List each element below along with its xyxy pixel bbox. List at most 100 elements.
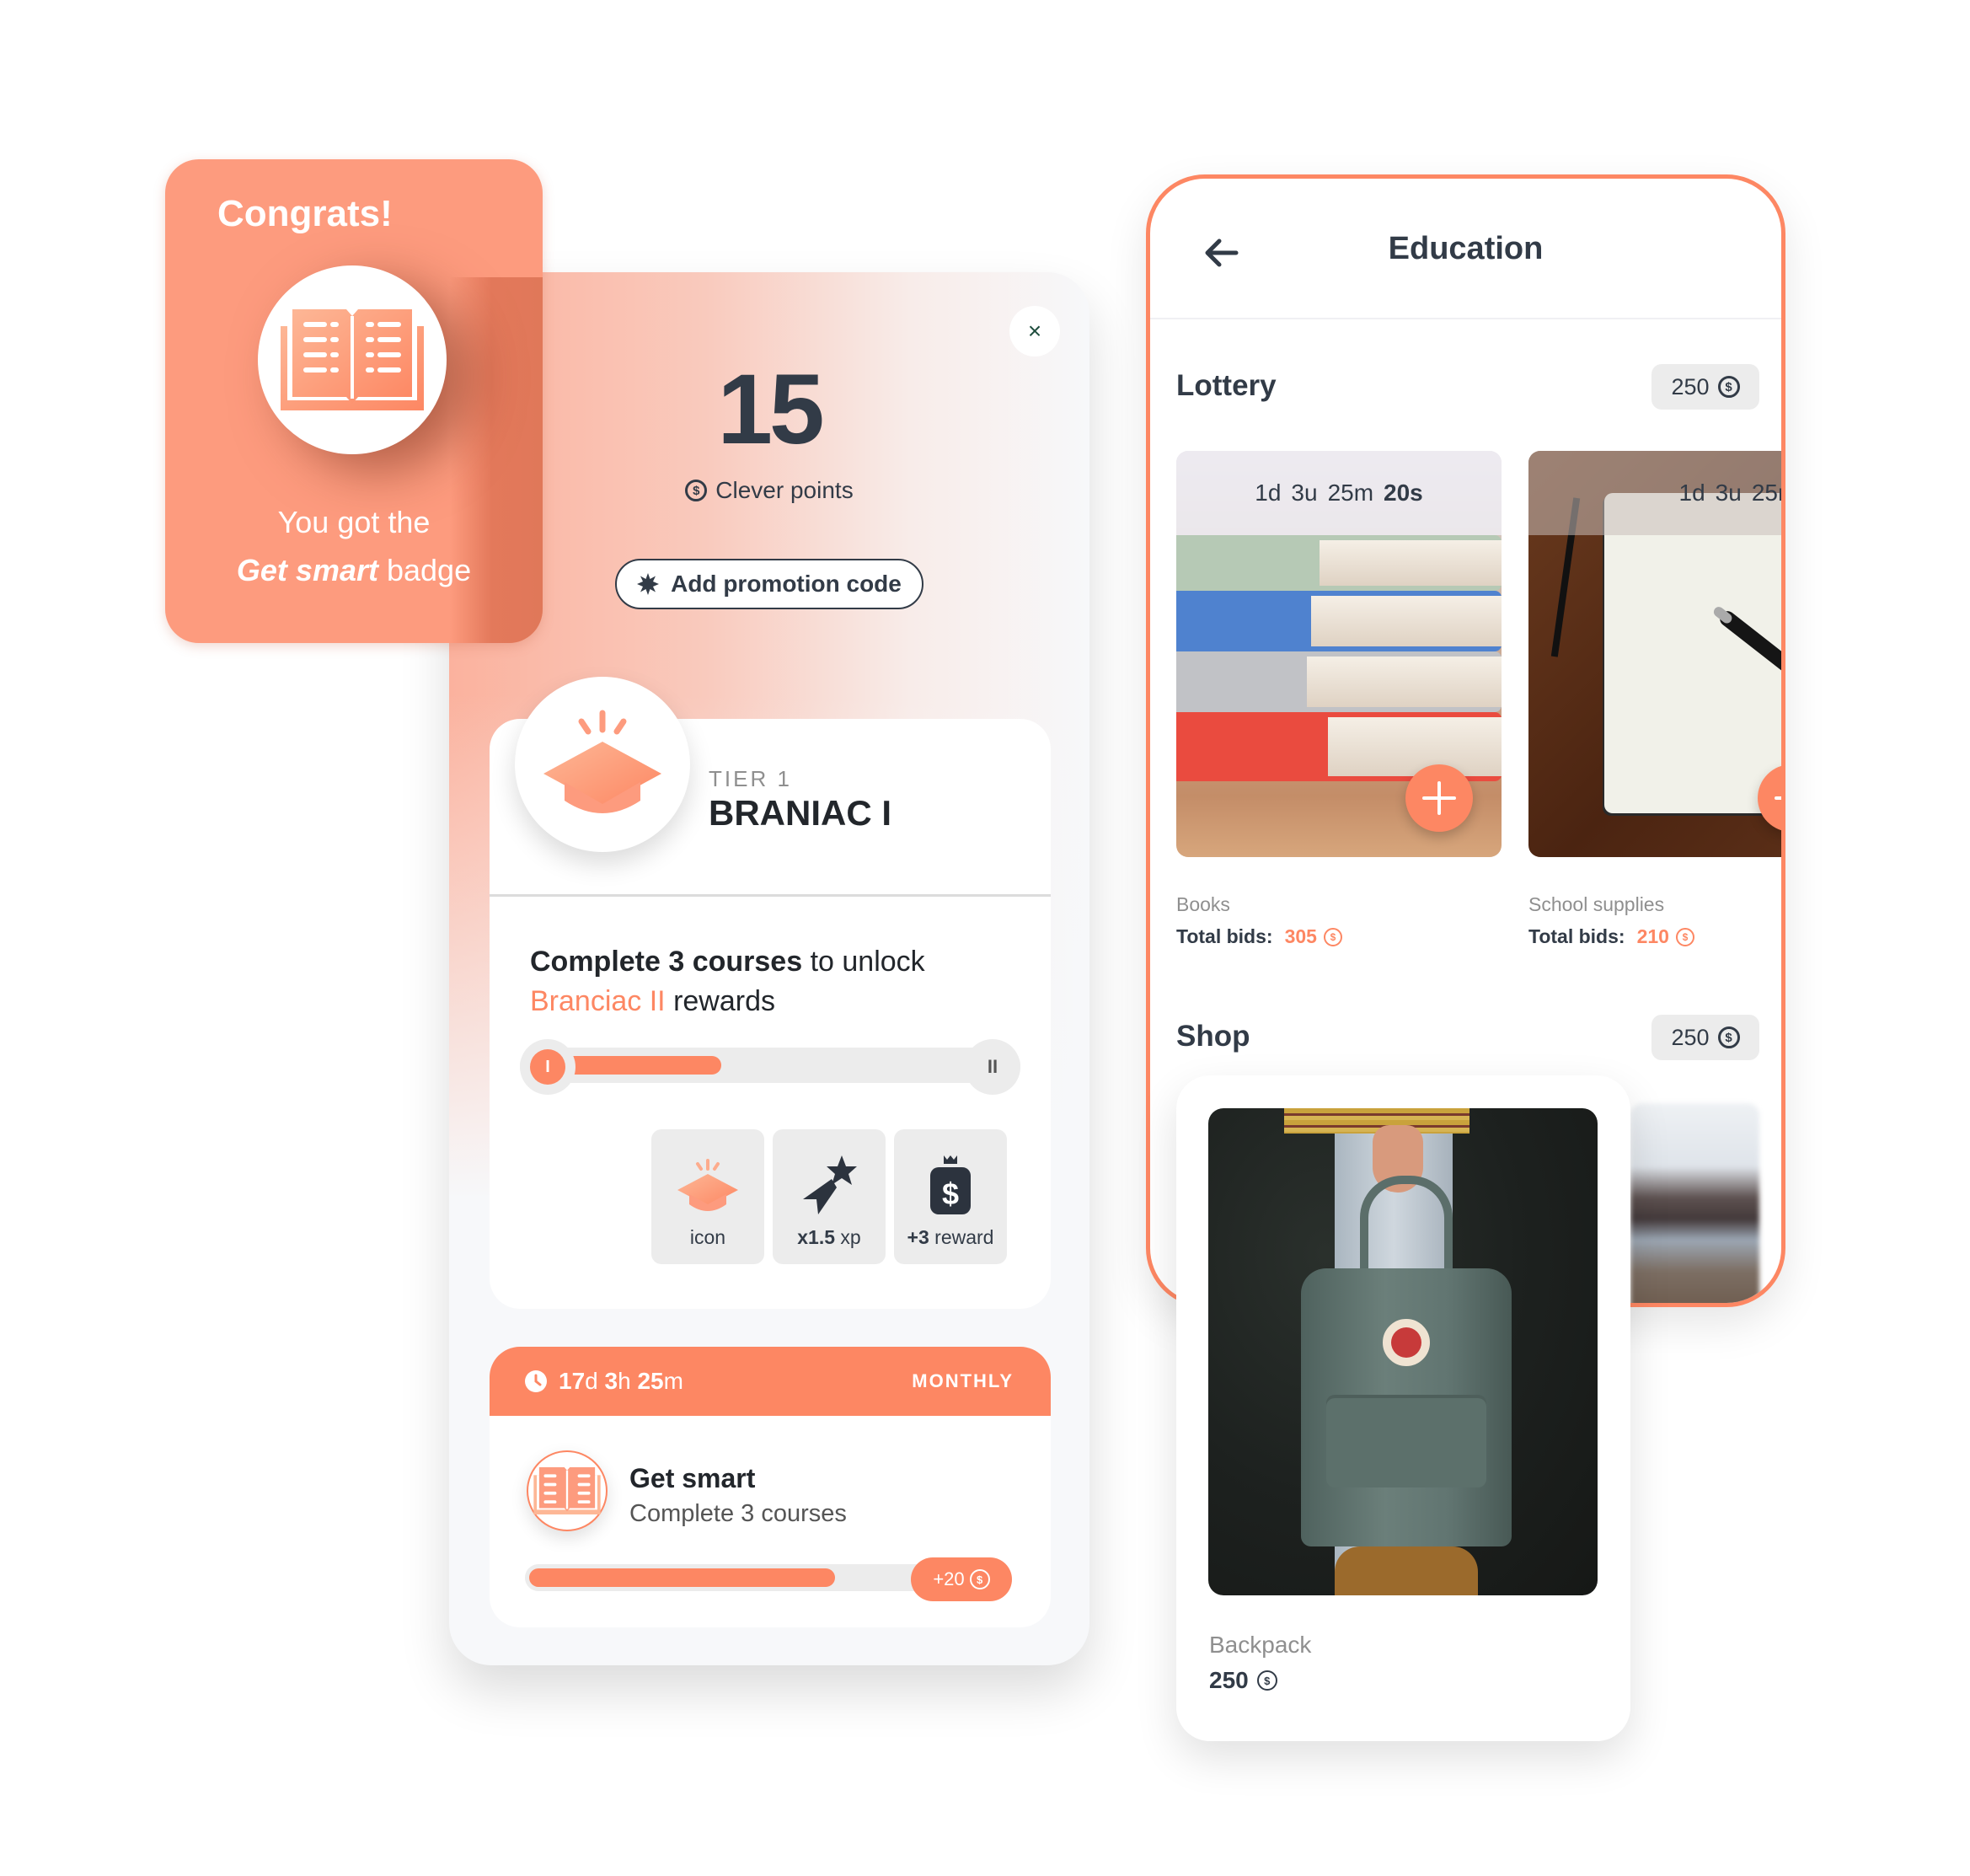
graduation-cap-icon bbox=[677, 1159, 738, 1211]
coin-icon: $ bbox=[1675, 927, 1694, 946]
coin-icon: $ bbox=[1717, 1026, 1740, 1048]
coin-icon: $ bbox=[685, 480, 708, 501]
lottery-item-school-supplies[interactable]: 1d 3u 25m 20s bbox=[1528, 451, 1781, 857]
timer-seconds: 20s bbox=[1384, 480, 1423, 506]
timer-minutes: 25m bbox=[1751, 480, 1781, 506]
timer-hours: 3u bbox=[1291, 480, 1318, 506]
photo-boot bbox=[1335, 1546, 1478, 1595]
book bbox=[1176, 535, 1502, 591]
reward-tile-icon: icon bbox=[651, 1129, 764, 1264]
countdown-text: 17d 3h 25m bbox=[559, 1368, 683, 1395]
product-price: 250 $ bbox=[1209, 1667, 1277, 1694]
lottery-item-books[interactable]: 1d 3u 25m 20s bbox=[1176, 451, 1502, 857]
congrats-line1: You got the bbox=[277, 505, 431, 539]
minutes-unit: m bbox=[663, 1368, 683, 1394]
next-tier-link: Branciac II bbox=[530, 985, 666, 1017]
open-book-icon bbox=[281, 309, 424, 410]
reward-tile-reward: $ +3 reward bbox=[894, 1129, 1007, 1264]
timer-hours: 3u bbox=[1715, 480, 1742, 506]
add-bid-button[interactable] bbox=[1405, 764, 1473, 832]
tier-node-current: I bbox=[520, 1039, 575, 1095]
shop-item-blurred[interactable] bbox=[1630, 1103, 1759, 1303]
bids-value: 210 bbox=[1636, 925, 1669, 947]
timer-days: 1d bbox=[1678, 480, 1705, 506]
tier-progress-track bbox=[520, 1048, 1020, 1083]
reward-label-text: reward bbox=[929, 1226, 994, 1248]
close-icon: × bbox=[1027, 318, 1042, 344]
book-pages bbox=[1311, 596, 1502, 646]
challenge-badge bbox=[527, 1450, 608, 1531]
graduation-cap-icon bbox=[543, 710, 661, 813]
timer-days: 1d bbox=[1255, 480, 1282, 506]
bids-label: Total bids: bbox=[1528, 925, 1625, 947]
bids-value: 305 bbox=[1284, 925, 1317, 947]
photo-pocket bbox=[1326, 1395, 1486, 1487]
challenge-card[interactable]: 17d 3h 25m MONTHLY Get smart Complete 3 … bbox=[490, 1347, 1051, 1627]
open-book-icon bbox=[533, 1467, 601, 1514]
header-divider bbox=[1150, 318, 1781, 319]
challenge-period: MONTHLY bbox=[912, 1370, 1014, 1391]
reward-label-bold: +3 bbox=[907, 1226, 929, 1248]
notebook bbox=[1604, 493, 1781, 813]
challenge-header: 17d 3h 25m MONTHLY bbox=[490, 1347, 1051, 1416]
points-label: Clever points bbox=[715, 477, 854, 503]
coin-icon: $ bbox=[1256, 1670, 1277, 1691]
points-label-row: $ Clever points bbox=[449, 477, 1089, 504]
timer-minutes: 25m bbox=[1327, 480, 1374, 506]
lottery-timer: 1d 3u 25m 20s bbox=[1176, 451, 1502, 535]
points-value: 15 bbox=[717, 354, 824, 465]
book-pages bbox=[1307, 657, 1502, 707]
tier-node-next: II bbox=[965, 1039, 1020, 1095]
shop-item-backpack[interactable]: Backpack 250 $ bbox=[1176, 1075, 1630, 1741]
lottery-title: Lottery bbox=[1176, 369, 1277, 402]
days: 17 bbox=[559, 1368, 586, 1394]
divider bbox=[490, 894, 1051, 897]
shop-balance: 250 $ bbox=[1651, 1015, 1759, 1060]
shop-title: Shop bbox=[1176, 1020, 1250, 1053]
book bbox=[1176, 591, 1502, 651]
challenge-progress-fill bbox=[529, 1568, 835, 1587]
reward-tile-xp: x1.5 xp bbox=[773, 1129, 886, 1264]
hours-unit: h bbox=[618, 1368, 631, 1394]
product-name: Backpack bbox=[1209, 1632, 1312, 1658]
balance-value: 250 bbox=[1671, 373, 1710, 399]
challenge-title: Get smart bbox=[629, 1463, 756, 1493]
tier-node-label: II bbox=[987, 1056, 998, 1077]
photo-backpack bbox=[1301, 1268, 1512, 1546]
plus-icon bbox=[1775, 796, 1781, 800]
rewards-panel: × 15 $ Clever points Add promotion code … bbox=[449, 272, 1089, 1665]
promo-label: Add promotion code bbox=[671, 571, 902, 597]
challenge-subtitle: Complete 3 courses bbox=[629, 1500, 847, 1527]
reward-label: icon bbox=[690, 1226, 725, 1249]
days-unit: d bbox=[585, 1368, 598, 1394]
badge-circle bbox=[258, 265, 447, 454]
screen-title: Education bbox=[1388, 231, 1544, 266]
challenge-countdown: 17d 3h 25m bbox=[525, 1368, 683, 1395]
close-button[interactable]: × bbox=[1009, 306, 1060, 356]
clock-icon bbox=[525, 1370, 547, 1392]
lottery-item-bids: Total bids: 210 $ bbox=[1528, 925, 1694, 948]
tier-name: BRANIAC I bbox=[709, 793, 891, 833]
shooting-star-icon bbox=[803, 1155, 857, 1214]
coin-icon: $ bbox=[1717, 376, 1740, 398]
balance-value: 250 bbox=[1671, 1024, 1710, 1050]
lottery-item-name: School supplies bbox=[1528, 893, 1665, 915]
book-pages bbox=[1320, 540, 1502, 586]
lottery-timer: 1d 3u 25m 20s bbox=[1528, 451, 1781, 535]
congrats-title: Congrats! bbox=[217, 193, 393, 234]
desc-end: rewards bbox=[665, 985, 775, 1017]
congrats-card: Congrats! You got the Get smart badge bbox=[165, 159, 543, 643]
lottery-balance: 250 $ bbox=[1651, 364, 1759, 410]
coin-icon: $ bbox=[969, 1569, 990, 1589]
backpack-photo bbox=[1208, 1108, 1598, 1595]
tier-label: TIER 1 bbox=[709, 766, 792, 791]
price-value: 250 bbox=[1209, 1667, 1249, 1693]
book bbox=[1176, 651, 1502, 712]
tier-rewards: icon x1.5 xp $ +3 reward bbox=[651, 1129, 1007, 1264]
add-promotion-code-button[interactable]: Add promotion code bbox=[615, 559, 923, 609]
badge-suffix: badge bbox=[377, 553, 472, 587]
minutes: 25 bbox=[637, 1368, 664, 1394]
desc-bold: Complete 3 courses bbox=[530, 946, 803, 978]
coin-icon: $ bbox=[1323, 927, 1342, 946]
svg-text:$: $ bbox=[942, 1177, 959, 1211]
